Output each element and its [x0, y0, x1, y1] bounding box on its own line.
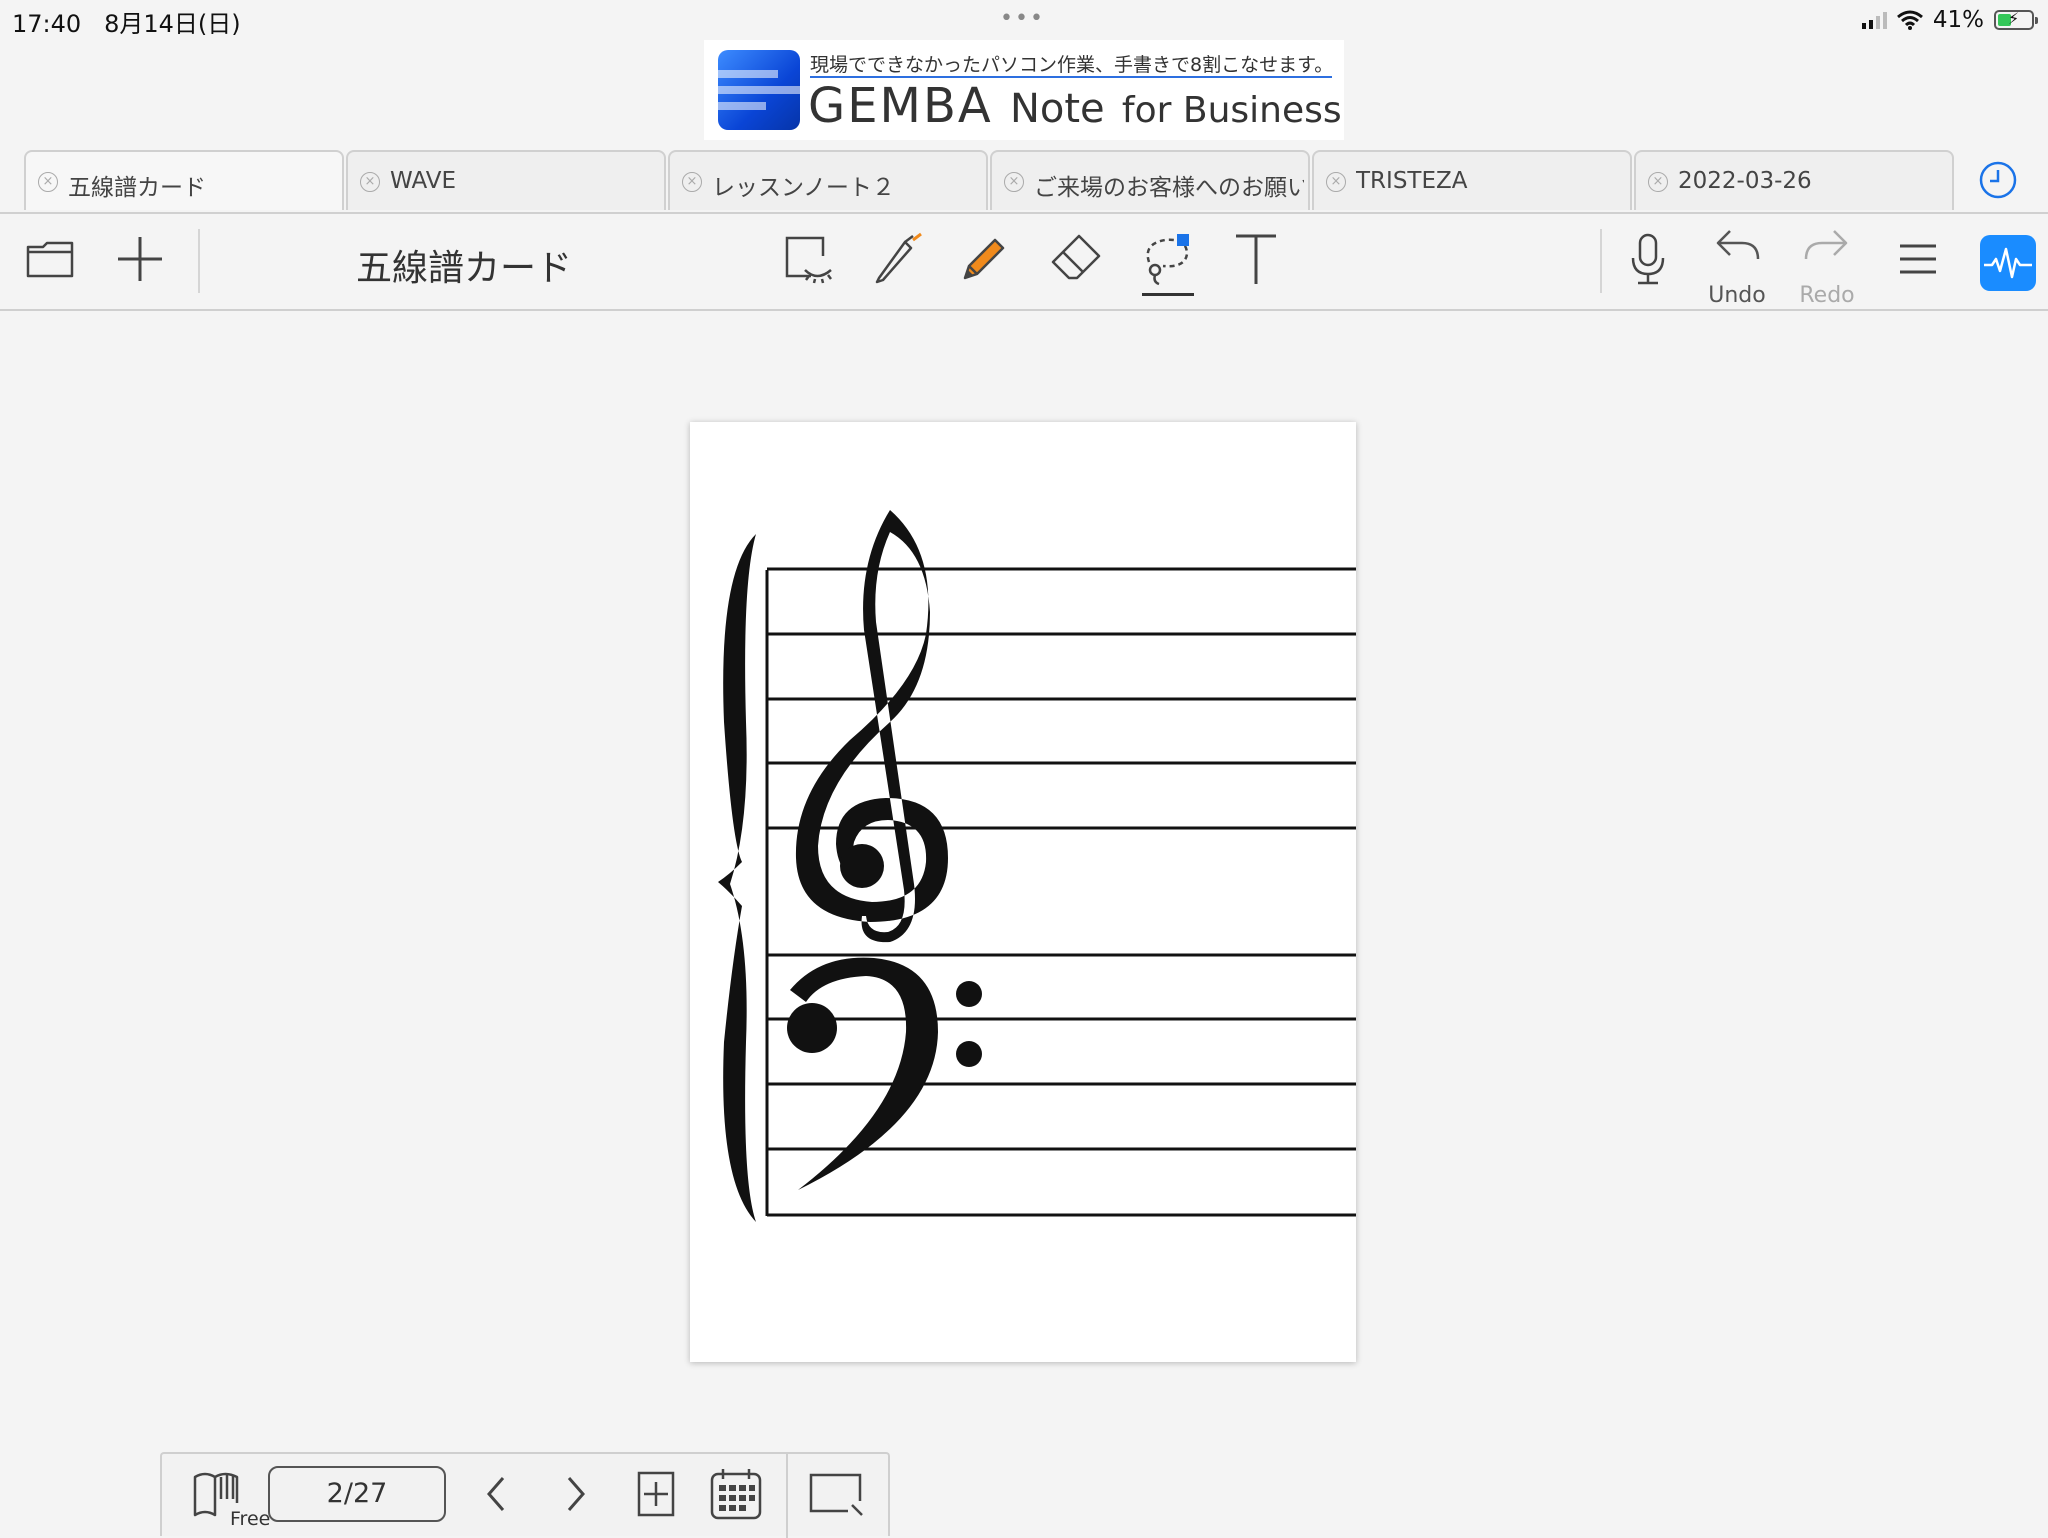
- tab-gosenfu-card[interactable]: × 五線譜カード: [24, 150, 344, 210]
- tab-visitor-request[interactable]: × ご来場のお客様へのお願い: [990, 150, 1310, 210]
- undo-button[interactable]: Undo: [1692, 227, 1782, 308]
- tab-label: WAVE: [390, 168, 457, 194]
- read-mode-icon: [785, 236, 832, 284]
- tab-label: ご来場のお客様へのお願い: [1034, 175, 1304, 201]
- banner-tagline: 現場でできなかったパソコン作業、手書きで8割こなせます。: [810, 54, 1334, 76]
- tab-2022-03-26[interactable]: × 2022-03-26: [1634, 150, 1954, 210]
- audio-wave-icon: [1984, 247, 2032, 279]
- redo-label: Redo: [1799, 283, 1855, 308]
- note-page[interactable]: [690, 422, 1356, 1362]
- toolbar: 五線譜カード Undo Redo: [0, 213, 2048, 311]
- treble-clef-icon: [795, 510, 948, 943]
- lasso-select-button[interactable]: [1136, 227, 1200, 291]
- page-mode-label: Free: [230, 1508, 271, 1530]
- status-time: 17:40 8月14日(日): [12, 10, 241, 38]
- tab-label: 五線譜カード: [68, 175, 206, 201]
- pencil-button[interactable]: [952, 227, 1016, 291]
- page-navigation-bar: Free 2/27: [160, 1452, 890, 1538]
- calendar-button[interactable]: [706, 1464, 766, 1524]
- battery-icon: ⚡: [1994, 9, 2038, 30]
- bass-staff-lines: [767, 953, 1356, 1217]
- tab-bar: × 五線譜カード × WAVE × レッスンノート２ × ご来場のお客様へのお願…: [0, 146, 2048, 214]
- add-page-icon: [637, 1471, 675, 1517]
- advert-banner[interactable]: 現場でできなかったパソコン作業、手書きで8割こなせます。 GEMBA Note …: [704, 40, 1344, 140]
- pencil-icon: [963, 238, 1005, 280]
- active-tool-underline: [1142, 293, 1194, 296]
- undo-label: Undo: [1708, 283, 1766, 308]
- bass-clef-icon: [787, 957, 982, 1190]
- brush-pen-icon: [875, 232, 922, 284]
- bottom-bar-divider: [786, 1454, 788, 1538]
- folder-icon: [26, 241, 74, 278]
- tab-label: レッスンノート２: [712, 175, 895, 201]
- battery-percent: 41%: [1932, 7, 1984, 33]
- brush-pen-button[interactable]: [864, 227, 928, 291]
- page-mode-button[interactable]: Free: [188, 1464, 270, 1530]
- eraser-button[interactable]: [1044, 227, 1108, 291]
- add-page-button[interactable]: [108, 227, 172, 291]
- text-tool-icon: [1236, 234, 1276, 284]
- status-bar: 17:40 8月14日(日) ••• 41% ⚡: [0, 0, 2048, 40]
- grand-staff-drawing: [718, 510, 1356, 1222]
- next-page-button[interactable]: [546, 1464, 606, 1524]
- text-tool-button[interactable]: [1224, 227, 1288, 291]
- menu-button[interactable]: [1886, 227, 1950, 291]
- calendar-icon: [710, 1469, 762, 1520]
- gemba-logo-icon: [718, 50, 800, 130]
- chevron-left-icon: [487, 1477, 505, 1511]
- history-clock-icon[interactable]: [1978, 160, 2018, 200]
- lasso-icon: [1146, 234, 1189, 286]
- insert-page-button[interactable]: [626, 1464, 686, 1524]
- redo-icon: [1804, 230, 1848, 260]
- multitasking-dots-icon[interactable]: •••: [1000, 6, 1045, 31]
- tab-tristeza[interactable]: × TRISTEZA: [1312, 150, 1632, 210]
- tab-close-icon[interactable]: ×: [38, 172, 58, 192]
- tab-label: TRISTEZA: [1356, 168, 1468, 194]
- banner-product-name: GEMBA Note for Business: [808, 78, 1342, 134]
- hamburger-menu-icon: [1900, 244, 1936, 274]
- tab-close-icon[interactable]: ×: [682, 172, 702, 192]
- tab-label: 2022-03-26: [1678, 168, 1812, 194]
- page-indicator[interactable]: 2/27: [268, 1466, 446, 1522]
- status-date: 8月14日(日): [104, 10, 241, 38]
- read-mode-button[interactable]: [776, 227, 840, 291]
- previous-page-button[interactable]: [466, 1464, 526, 1524]
- plus-icon: [118, 237, 162, 281]
- chevron-right-icon: [567, 1477, 585, 1511]
- toolbar-divider: [1600, 229, 1602, 293]
- brace-icon: [718, 534, 756, 1222]
- tab-close-icon[interactable]: ×: [360, 172, 380, 192]
- cellular-signal-icon: [1861, 11, 1887, 29]
- page-view-button[interactable]: [806, 1464, 866, 1524]
- tab-wave[interactable]: × WAVE: [346, 150, 666, 210]
- treble-staff-lines: [767, 567, 1356, 830]
- eraser-icon: [1051, 234, 1101, 280]
- folder-button[interactable]: [18, 227, 82, 291]
- redo-button[interactable]: Redo: [1782, 227, 1872, 308]
- audio-wave-button[interactable]: [1980, 235, 2036, 291]
- microphone-icon: [1631, 233, 1665, 285]
- page-view-icon: [809, 1473, 863, 1516]
- toolbar-divider: [198, 229, 200, 293]
- microphone-button[interactable]: [1616, 227, 1680, 291]
- undo-icon: [1716, 230, 1760, 260]
- status-indicators: 41% ⚡: [1861, 4, 2038, 36]
- tab-close-icon[interactable]: ×: [1004, 172, 1024, 192]
- tab-close-icon[interactable]: ×: [1648, 172, 1668, 192]
- tab-close-icon[interactable]: ×: [1326, 172, 1346, 192]
- notebook-title[interactable]: 五線譜カード: [356, 239, 572, 291]
- wifi-icon: [1896, 10, 1923, 30]
- tab-lesson-note-2[interactable]: × レッスンノート２: [668, 150, 988, 210]
